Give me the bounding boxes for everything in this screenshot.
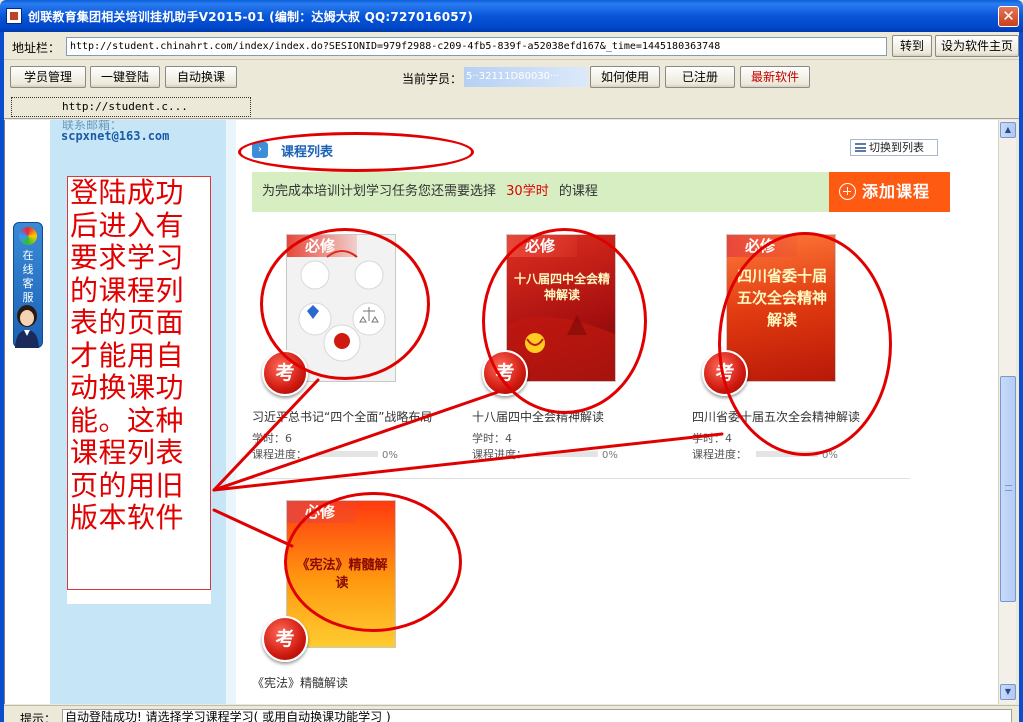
- annotation-text: 登陆成功后进入有要求学习的课程列表的页面才能用自动换课功能。这种课程列表页的用旧…: [70, 176, 185, 534]
- row-divider: [248, 478, 910, 479]
- customer-service-icon: [19, 227, 37, 245]
- current-student-label: 当前学员：: [402, 72, 463, 86]
- scroll-down-button[interactable]: ▼: [1000, 684, 1016, 700]
- latest-software-button[interactable]: 最新软件: [740, 66, 810, 88]
- plus-circle-icon: [839, 183, 856, 200]
- window-frame-right: [1019, 32, 1023, 722]
- course-progress-label: 课程进度：: [472, 448, 527, 461]
- auto-switch-course-button[interactable]: 自动换课: [165, 66, 237, 88]
- set-homepage-button[interactable]: 设为软件主页: [935, 35, 1019, 57]
- sidebar-bottom-panel: [67, 590, 211, 604]
- window-title: 创联教育集团相关培训挂机助手V2015-01 (编制：达姆大叔 QQ:72701…: [28, 10, 474, 24]
- list-icon: ›: [252, 142, 268, 158]
- course-list-title: 课程列表: [281, 145, 334, 160]
- required-badge: 必修: [287, 501, 357, 523]
- exam-badge: 考: [702, 350, 748, 396]
- tab-strip: http://student.c...: [4, 95, 1019, 119]
- course-hours: 学时：6: [252, 432, 292, 445]
- course-progress-value: 0%: [382, 450, 398, 461]
- registered-button[interactable]: 已注册: [665, 66, 735, 88]
- course-progress-label: 课程进度：: [252, 448, 307, 461]
- avatar: [15, 305, 39, 348]
- close-button[interactable]: ✕: [998, 6, 1019, 27]
- go-button[interactable]: 转到: [892, 35, 932, 57]
- scroll-up-button[interactable]: ▲: [1000, 122, 1016, 138]
- main-divider: [226, 120, 236, 704]
- chevron-down-icon: ▼: [1004, 687, 1012, 696]
- add-course-button[interactable]: 添加课程: [829, 172, 950, 212]
- course-progress-value: 0%: [822, 450, 838, 461]
- required-badge: 必修: [507, 235, 577, 257]
- required-badge: 必修: [287, 235, 357, 257]
- switch-to-list-label: 切换到列表: [869, 141, 924, 154]
- annotation-box: 登陆成功后进入有要求学习的课程列表的页面才能用自动换课功能。这种课程列表页的用旧…: [67, 176, 211, 590]
- student-management-button[interactable]: 学员管理: [10, 66, 86, 88]
- requirement-notice: 为完成本培训计划学习任务您还需要选择 30学时 的课程: [252, 172, 829, 212]
- course-progress-label: 课程进度：: [692, 448, 747, 461]
- course-card[interactable]: 十八届四中全会精神解读 必修 考 十八届四中全会精神解读 学时：4 课程进度： …: [472, 234, 672, 461]
- toolbar: 学员管理 一键登陆 自动换课 当前学员： 5··32111D80030··· 如…: [4, 61, 1019, 93]
- address-label: 地址栏：: [12, 41, 61, 55]
- course-hours: 学时：4: [472, 432, 512, 445]
- title-bar[interactable]: 创联教育集团相关培训挂机助手V2015-01 (编制：达姆大叔 QQ:72701…: [0, 0, 1023, 32]
- thumbnail-text: 十八届四中全会精神解读: [513, 272, 610, 302]
- list-view-icon: [855, 143, 866, 152]
- course-progress-bar: [756, 451, 818, 457]
- scroll-thumb[interactable]: [1000, 376, 1016, 602]
- notice-prefix: 为完成本培训计划学习任务您还需要选择: [262, 184, 497, 199]
- course-card[interactable]: 《宪法》精髓解读 必修 考 《宪法》精髓解读: [252, 500, 452, 704]
- vertical-scrollbar[interactable]: ▲ ▼: [998, 120, 1016, 704]
- current-student-value: 5··32111D80030···: [464, 67, 588, 87]
- course-title[interactable]: 《宪法》精髓解读: [252, 674, 348, 691]
- exam-badge: 考: [262, 350, 308, 396]
- browser-tab[interactable]: http://student.c...: [11, 97, 251, 117]
- left-margin: [5, 120, 50, 704]
- status-label: 提示：: [20, 712, 57, 722]
- exam-badge: 考: [482, 350, 528, 396]
- how-to-use-button[interactable]: 如何使用: [590, 66, 660, 88]
- contact-email[interactable]: scpxnet@163.com: [61, 129, 169, 143]
- thumbnail-text: 《宪法》精髓解读: [296, 558, 388, 591]
- chevron-up-icon: ▲: [1004, 125, 1012, 134]
- address-bar: 地址栏： http://student.chinahrt.com/index/i…: [4, 32, 1019, 60]
- address-input[interactable]: http://student.chinahrt.com/index/index.…: [66, 37, 887, 56]
- notice-hours: 30学时: [506, 184, 549, 199]
- scroll-grip: [1005, 485, 1012, 491]
- switch-to-list-button[interactable]: 切换到列表: [850, 139, 938, 156]
- app-icon: [6, 8, 22, 24]
- exam-badge: 考: [262, 616, 308, 662]
- customer-service-label: 在线客服: [22, 249, 34, 304]
- thumbnail-text: 四川省委十届五次全会精神解读: [737, 267, 828, 329]
- notice-suffix: 的课程: [558, 184, 598, 199]
- one-click-login-button[interactable]: 一键登陆: [90, 66, 160, 88]
- status-bar: 提示： 自动登陆成功! 请选择学习课程学习( 或用自动换课功能学习 ): [4, 705, 1019, 722]
- course-card[interactable]: 必修 考 习近平总书记“四个全面”战略布局 学时：6 课程进度： 0%: [252, 234, 452, 461]
- status-message: 自动登陆成功! 请选择学习课程学习( 或用自动换课功能学习 ): [62, 709, 1012, 722]
- course-progress-bar: [316, 451, 378, 457]
- course-hours: 学时：4: [692, 432, 732, 445]
- course-progress-value: 0%: [602, 450, 618, 461]
- course-title[interactable]: 习近平总书记“四个全面”战略布局: [252, 408, 432, 425]
- add-course-label: 添加课程: [862, 182, 931, 201]
- course-progress-bar: [536, 451, 598, 457]
- course-card[interactable]: 四川省委十届五次全会精神解读 必修 考 四川省委十届五次全会精神解读 学时：4 …: [692, 234, 892, 461]
- course-title[interactable]: 十八届四中全会精神解读: [472, 408, 604, 425]
- course-title[interactable]: 四川省委十届五次全会精神解读: [692, 408, 860, 425]
- browser-content: 联系邮箱： scpxnet@163.com 登陆成功后进入有要求学习的课程列表的…: [4, 120, 1000, 704]
- main-panel: › 课程列表 切换到列表 为完成本培训计划学习任务您还需要选择 30学时 的课程…: [236, 120, 1000, 704]
- required-badge: 必修: [727, 235, 797, 257]
- close-icon: ✕: [1002, 7, 1015, 25]
